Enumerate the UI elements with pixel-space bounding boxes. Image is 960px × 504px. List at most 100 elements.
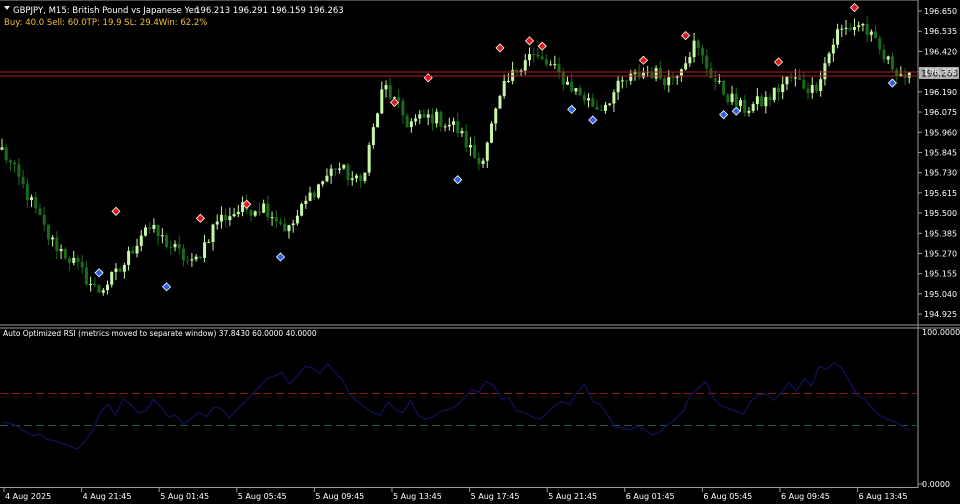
price-axis: 196.650 196.535 196.420 196.305 196.190 196.0… — [918, 7, 957, 319]
candle — [300, 202, 304, 217]
candle — [798, 69, 802, 80]
price-tick-label: 196.535 — [924, 27, 957, 36]
candle — [485, 141, 489, 169]
candle — [836, 23, 840, 49]
candle — [498, 94, 502, 109]
candlestick-series — [0, 15, 911, 296]
candle — [329, 164, 333, 184]
sell-arrow-icon — [111, 206, 121, 216]
candle — [688, 52, 692, 67]
candle — [0, 138, 4, 151]
candle — [63, 247, 67, 260]
candle — [186, 255, 190, 265]
candle — [363, 172, 367, 184]
candle — [582, 91, 586, 105]
candle — [768, 92, 772, 107]
candle — [414, 114, 418, 126]
candle — [827, 51, 831, 67]
candle — [452, 117, 456, 133]
candle — [181, 244, 185, 267]
candle — [490, 121, 494, 144]
candle — [21, 169, 25, 189]
candle — [426, 109, 430, 126]
candle — [878, 35, 882, 55]
price-tick-label: 196.190 — [924, 88, 957, 97]
symbol-icon[interactable] — [4, 6, 10, 10]
candle — [443, 123, 447, 132]
buy-arrow-icon — [567, 104, 577, 114]
candle — [633, 69, 637, 81]
candle — [447, 117, 451, 131]
candle — [30, 194, 34, 207]
candle — [679, 68, 683, 82]
candle — [207, 239, 211, 244]
candle — [819, 70, 823, 97]
candle — [321, 180, 325, 187]
candle — [8, 158, 12, 171]
candle — [295, 209, 299, 226]
candle — [772, 87, 776, 103]
candle — [405, 112, 409, 128]
candle — [468, 136, 472, 156]
candle — [608, 102, 612, 107]
candle — [494, 107, 498, 131]
candle — [696, 38, 700, 56]
candle — [603, 101, 607, 114]
candle — [342, 164, 346, 170]
candle — [384, 80, 388, 98]
candle — [776, 83, 780, 101]
time-tick-label: 5 Aug 09:45 — [315, 492, 364, 501]
time-tick-label: 6 Aug 09:45 — [781, 492, 830, 501]
candle — [131, 245, 135, 255]
rsi-scale-top: 100.0000 — [922, 328, 960, 337]
symbol-title: GBPJPY, M15: British Pound vs Japanese Y… — [13, 6, 199, 16]
price-tick-label: 196.650 — [924, 7, 957, 16]
chart-canvas[interactable]: 196.263 196.650196.535196.420196.305196.… — [0, 0, 960, 504]
candle — [907, 71, 911, 84]
candle — [93, 277, 97, 288]
candle — [253, 210, 257, 217]
candle — [789, 72, 793, 83]
price-tick-label: 195.615 — [924, 189, 957, 198]
candle — [59, 244, 63, 259]
candle — [595, 99, 599, 111]
candle — [743, 94, 747, 117]
candle — [502, 74, 506, 99]
strategy-stats: Buy: 40.0 Sell: 60.0TP: 19.9 SL: 29.4Win… — [4, 18, 207, 28]
candle — [857, 21, 861, 32]
buy-arrow-icon — [731, 106, 741, 116]
candle — [473, 136, 477, 159]
price-tick-label: 194.925 — [924, 310, 957, 319]
candle — [97, 283, 101, 294]
candle — [848, 23, 852, 32]
buy-arrow-icon — [162, 282, 172, 292]
candle — [511, 61, 515, 85]
candle — [219, 206, 223, 229]
price-tick-label: 195.500 — [924, 209, 957, 218]
candle — [165, 233, 169, 249]
candle — [350, 171, 354, 186]
candle — [215, 214, 219, 230]
candle — [266, 195, 270, 222]
candle — [333, 168, 337, 177]
candle — [751, 101, 755, 114]
candle — [338, 162, 342, 174]
candle — [160, 228, 164, 244]
candle — [861, 22, 865, 32]
candle — [886, 55, 890, 65]
candle — [279, 218, 283, 226]
candle — [308, 186, 312, 202]
candle — [439, 110, 443, 132]
price-tick-label: 196.420 — [924, 47, 957, 56]
price-tick-label: 196.305 — [924, 68, 957, 77]
ohlc-values: 196.213 196.291 196.159 196.263 — [195, 6, 344, 16]
candle — [692, 32, 696, 63]
candle — [354, 173, 358, 183]
sell-arrow-icon — [195, 213, 205, 223]
candle — [561, 67, 565, 92]
candle — [38, 203, 42, 216]
candle — [460, 127, 464, 138]
candle — [312, 190, 316, 200]
candle — [203, 234, 207, 263]
candle — [663, 76, 667, 91]
